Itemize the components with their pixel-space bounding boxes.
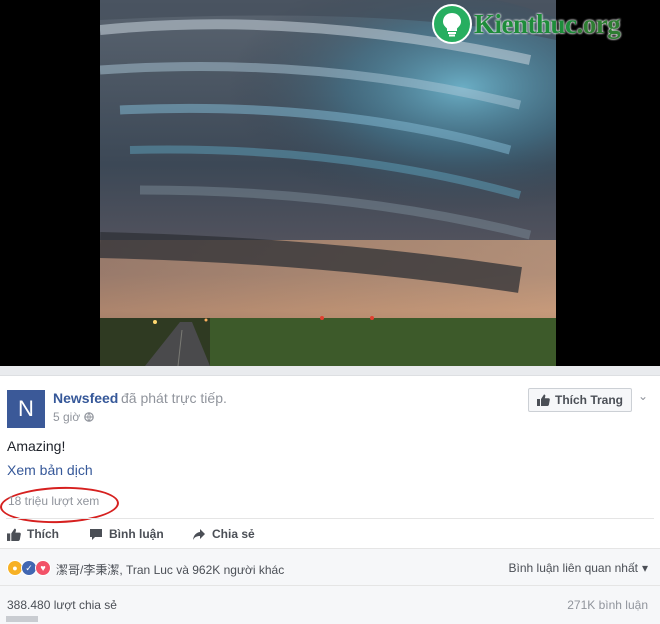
supercell-storm-image: [100, 0, 556, 366]
page-avatar[interactable]: N: [7, 390, 45, 428]
page-name-link[interactable]: Newsfeed: [53, 390, 118, 406]
lightbulb-logo-icon: [432, 4, 472, 44]
share-arrow-icon: [193, 528, 205, 540]
post-text: Amazing!: [7, 438, 66, 454]
chevron-down-icon: ▾: [641, 561, 648, 575]
kienthuc-watermark: Kienthuc.org: [432, 2, 621, 46]
comment-bubble-icon: [90, 528, 102, 540]
globe-icon: [84, 412, 95, 422]
like-label: Thích: [27, 527, 59, 541]
share-button[interactable]: Chia sẻ: [192, 526, 255, 542]
post-action-text: đã phát trực tiếp.: [121, 390, 227, 406]
view-count: 18 triệu lượt xem: [8, 494, 100, 508]
comment-button[interactable]: Bình luận: [89, 526, 164, 542]
comment-sort-dropdown[interactable]: Bình luận liên quan nhất ▾: [509, 561, 648, 575]
divider: [6, 518, 654, 519]
post-options-chevron-down-icon[interactable]: ⌄: [638, 389, 648, 403]
like-page-label: Thích Trang: [555, 393, 624, 407]
see-translation-link[interactable]: Xem bản dịch: [7, 462, 93, 478]
watermark-text: Kienthuc.org: [474, 8, 621, 39]
like-button[interactable]: Thích: [7, 526, 59, 542]
facebook-post: N Newsfeed đã phát trực tiếp. 5 giờ Thíc…: [0, 375, 660, 624]
share-label: Chia sẻ: [212, 527, 255, 541]
comment-label: Bình luận: [109, 527, 164, 541]
share-count[interactable]: 388.480 lượt chia sẻ: [7, 598, 117, 612]
post-timestamp[interactable]: 5 giờ: [53, 410, 95, 424]
video-player[interactable]: Kienthuc.org: [0, 0, 660, 366]
love-reaction-icon: ♥: [35, 560, 51, 576]
comment-sort-label: Bình luận liên quan nhất: [508, 561, 638, 575]
reactions-bar: ● ✓ ♥ 潔哥/李秉潔, Tran Luc và 962K người khá…: [0, 548, 660, 585]
share-stats-bar: 388.480 lượt chia sẻ 271K bình luận: [0, 585, 660, 624]
reaction-names[interactable]: 潔哥/李秉潔, Tran Luc và 962K người khác: [56, 561, 284, 578]
like-page-button[interactable]: Thích Trang: [528, 388, 633, 412]
thumbs-up-icon: [7, 528, 21, 541]
timestamp-text: 5 giờ: [53, 410, 81, 424]
thumbs-up-icon: [537, 394, 550, 406]
comment-count[interactable]: 271K bình luận: [567, 598, 648, 612]
commenter-avatar: [6, 616, 38, 622]
storm-video-frame[interactable]: [100, 0, 556, 366]
reaction-icons[interactable]: ● ✓ ♥: [7, 560, 51, 576]
